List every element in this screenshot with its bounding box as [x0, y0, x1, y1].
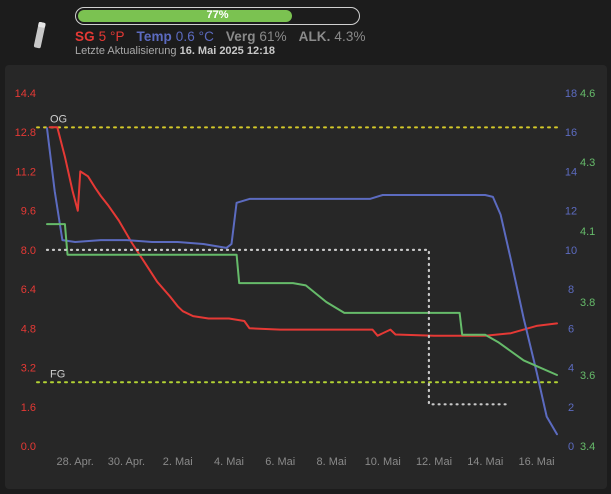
x-axis-tick-label: 12. Mai — [416, 456, 452, 468]
x-axis-tick-label: 16. Mai — [518, 456, 554, 468]
left-axis-tick-label: 1.6 — [21, 402, 36, 414]
fermentation-chart: 0.0 1.6 3.2 4.8 6.4 8.0 9.6 11.2 12.8 14.4 0 2 4 6 8 10… — [15, 88, 596, 468]
temp-axis-tick-label: 2 — [568, 402, 574, 414]
x-axis-tick-label: 14. Mai — [467, 456, 503, 468]
series-line-sg — [48, 126, 558, 337]
last-updated-value: 16. Mai 2025 12:18 — [179, 45, 275, 57]
x-axis-tick-label: 30. Apr. — [108, 456, 145, 468]
alk-axis-tick-label: 3.4 — [580, 441, 595, 453]
temp-axis-tick-label: 0 — [568, 441, 574, 453]
temp-axis-tick-label: 12 — [565, 206, 577, 218]
temp-axis-tick-label: 4 — [568, 363, 574, 375]
reading-stats: SG 5 °P Temp 0.6 °C Verg 61% ALK. 4.3% — [75, 29, 374, 44]
alk-axis-tick-label: 4.1 — [580, 226, 595, 238]
series-line-verg — [45, 248, 507, 406]
left-axis-tick-label: 3.2 — [21, 363, 36, 375]
temp-axis-tick-label: 8 — [568, 284, 574, 296]
alk-axis-tick-label: 3.6 — [580, 370, 595, 382]
reference-label-og: OG — [50, 113, 67, 125]
left-axis-tick-label: 12.8 — [15, 127, 36, 139]
series-line-temp — [46, 127, 558, 436]
alk-axis-tick-label: 4.3 — [580, 157, 595, 169]
left-axis-tick-label: 9.6 — [21, 206, 36, 218]
last-updated-prefix: Letzte Aktualisierung — [75, 45, 177, 57]
temp-axis-tick-label: 16 — [565, 127, 577, 139]
x-axis-tick-label: 28. Apr. — [57, 456, 94, 468]
stat-verg: Verg 61% — [225, 29, 287, 44]
stat-temp: Temp 0.6 °C — [136, 29, 215, 44]
x-axis-tick-label: 2. Mai — [163, 456, 193, 468]
left-axis-tick-label: 8.0 — [21, 245, 36, 257]
reference-label-fg: FG — [50, 368, 65, 380]
last-updated: Letzte Aktualisierung 16. Mai 2025 12:18 — [75, 45, 275, 57]
temp-axis-tick-label: 18 — [565, 88, 577, 100]
progress-label: 77% — [206, 9, 229, 21]
series-line-alk — [46, 223, 558, 376]
temp-axis-tick-label: 6 — [568, 323, 574, 335]
left-axis-tick-label: 0.0 — [21, 441, 36, 453]
left-axis-tick-label: 14.4 — [15, 88, 36, 100]
temp-axis-tick-label: 10 — [565, 245, 577, 257]
alk-axis-tick-label: 4.6 — [580, 88, 595, 100]
left-axis-tick-label: 11.2 — [15, 166, 36, 178]
x-axis-tick-label: 6. Mai — [265, 456, 295, 468]
fermentation-progress-bar: 77% — [75, 7, 360, 25]
left-axis-tick-label: 4.8 — [21, 323, 36, 335]
stat-alk: ALK. 4.3% — [298, 29, 366, 44]
stat-sg: SG 5 °P — [75, 29, 125, 44]
alk-axis-tick-label: 3.8 — [580, 297, 595, 309]
temp-axis-tick-label: 14 — [565, 166, 577, 178]
x-axis-tick-label: 10. Mai — [365, 456, 401, 468]
x-axis-tick-label: 4. Mai — [214, 456, 244, 468]
left-axis-tick-label: 6.4 — [21, 284, 36, 296]
hydrometer-icon — [32, 20, 46, 52]
chart-panel: 0.0 1.6 3.2 4.8 6.4 8.0 9.6 11.2 12.8 14.4 0 2 4 6 8 10… — [5, 65, 607, 489]
x-axis-tick-label: 8. Mai — [316, 456, 346, 468]
